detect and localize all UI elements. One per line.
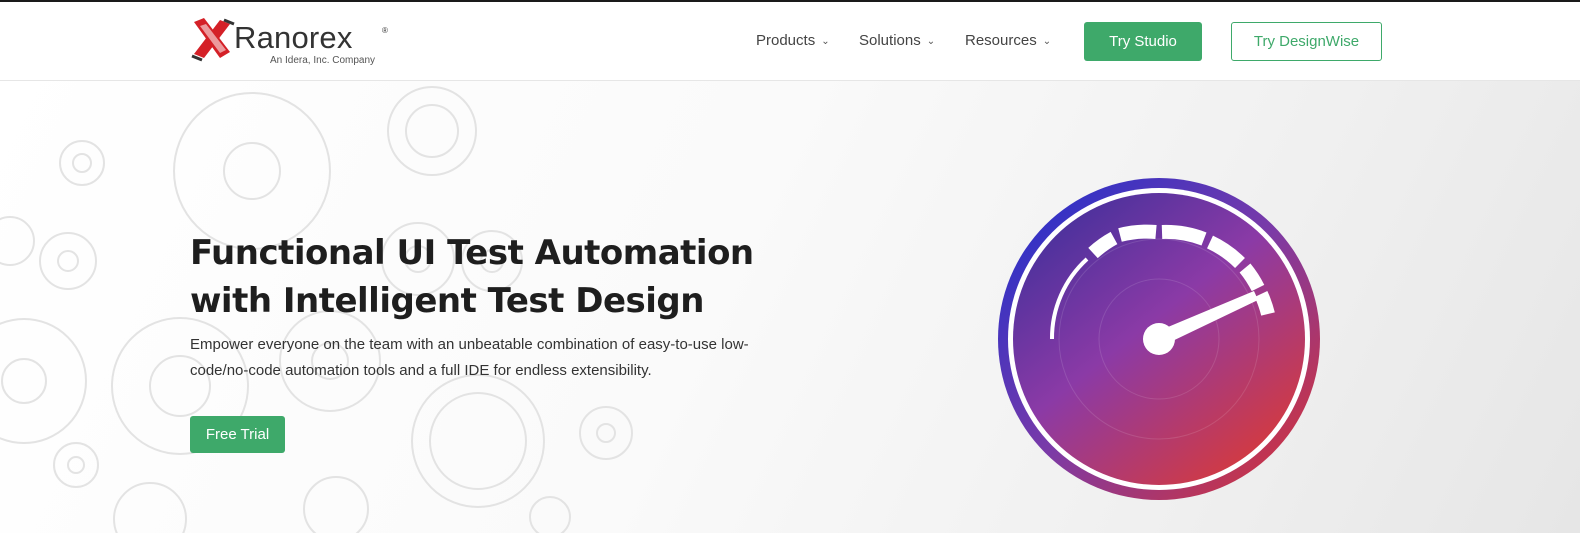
nav-resources-label: Resources	[965, 32, 1037, 49]
gear-icon	[59, 140, 105, 186]
hero-headline: Functional UI Test Automation with Intel…	[190, 229, 810, 325]
gear-icon	[529, 496, 571, 533]
chevron-down-icon: ⌄	[821, 36, 830, 47]
try-designwise-button[interactable]: Try DesignWise	[1231, 22, 1382, 61]
headline-line-2: with Intelligent Test Design	[190, 281, 704, 321]
gear-icon	[0, 318, 87, 444]
gear-icon	[303, 476, 369, 533]
speedometer-icon	[998, 178, 1320, 500]
nav-solutions[interactable]: Solutions ⌄	[859, 32, 935, 49]
headline-line-1: Functional UI Test Automation	[190, 233, 754, 273]
ranorex-logo[interactable]: Ranorex ® An Idera, Inc. Company	[190, 16, 400, 72]
hero-description: Empower everyone on the team with an unb…	[190, 336, 749, 379]
nav-products-label: Products	[756, 32, 816, 49]
gear-icon	[53, 442, 99, 488]
gear-icon	[579, 406, 633, 460]
gear-icon	[0, 216, 35, 266]
free-trial-button[interactable]: Free Trial	[190, 416, 285, 453]
gear-icon	[113, 482, 187, 533]
ranorex-logo-icon	[191, 18, 235, 62]
nav-solutions-label: Solutions	[859, 32, 921, 49]
registered-mark: ®	[382, 26, 388, 35]
chevron-down-icon: ⌄	[1042, 36, 1052, 47]
try-studio-button[interactable]: Try Studio	[1084, 22, 1202, 61]
chevron-down-icon: ⌄	[926, 36, 936, 47]
brand-tagline: An Idera, Inc. Company	[270, 55, 376, 66]
brand-name: Ranorex	[234, 20, 353, 55]
hero-section: Functional UI Test Automation with Intel…	[0, 81, 1580, 533]
site-header: Ranorex ® An Idera, Inc. Company Product…	[0, 2, 1580, 81]
gear-icon	[173, 92, 331, 250]
gear-icon	[39, 232, 97, 290]
gear-icon	[387, 86, 477, 176]
gear-icon	[411, 374, 545, 508]
nav-products[interactable]: Products ⌄	[756, 32, 830, 49]
nav-resources[interactable]: Resources ⌄	[965, 32, 1051, 49]
